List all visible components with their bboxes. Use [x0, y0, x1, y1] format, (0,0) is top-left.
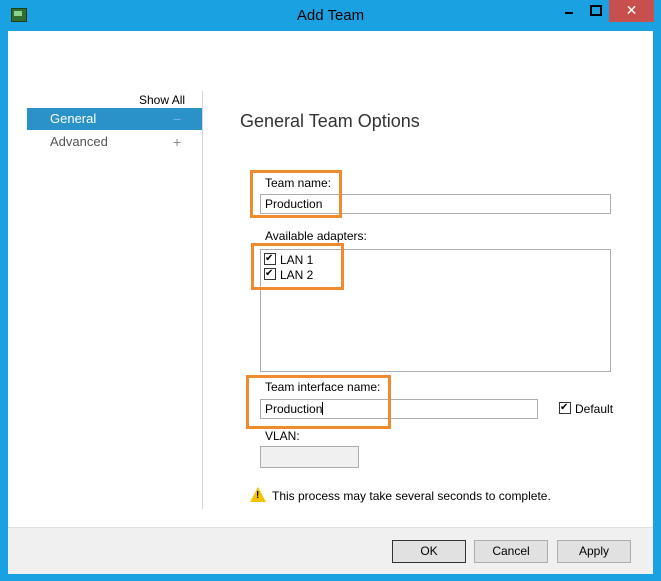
minimize-icon [564, 12, 573, 14]
close-icon: ✕ [625, 2, 638, 18]
default-checkbox-row[interactable]: Default [559, 400, 614, 417]
default-label: Default [575, 402, 614, 416]
nav-item-label: Advanced [50, 134, 108, 149]
vlan-input [260, 446, 359, 468]
show-all-link[interactable]: Show All [139, 93, 185, 107]
apply-button[interactable]: Apply [557, 540, 631, 563]
button-bar: OK Cancel Apply [8, 527, 653, 574]
nav-item-advanced[interactable]: Advanced + [27, 131, 202, 153]
close-button[interactable]: ✕ [609, 0, 654, 22]
warning-exclamation-icon: ! [256, 490, 260, 501]
expand-icon[interactable]: + [173, 131, 181, 153]
highlight-adapters [251, 243, 344, 290]
cancel-button[interactable]: Cancel [474, 540, 548, 563]
nav-item-label: General [50, 111, 97, 126]
ok-button[interactable]: OK [392, 540, 466, 563]
collapse-icon[interactable]: − [173, 108, 181, 130]
warning-text: This process may take several seconds to… [272, 489, 551, 503]
title-bar[interactable]: Add Team ✕ [0, 0, 661, 30]
minimize-button[interactable] [555, 0, 582, 22]
available-adapters-label: Available adapters: [265, 229, 367, 243]
section-title: General Team Options [240, 111, 420, 131]
maximize-icon [589, 5, 602, 16]
dialog-client-area: Show All General − Advanced + General Te… [8, 31, 653, 574]
maximize-button[interactable] [582, 0, 609, 22]
nav-item-general[interactable]: General − [27, 108, 202, 130]
nav-divider [202, 91, 203, 509]
highlight-team-interface [246, 375, 391, 429]
default-checkbox[interactable] [559, 400, 571, 416]
vlan-label: VLAN: [265, 429, 300, 443]
highlight-team-name [250, 170, 342, 218]
add-team-window: Add Team ✕ Show All General − Advanced +… [0, 0, 661, 581]
